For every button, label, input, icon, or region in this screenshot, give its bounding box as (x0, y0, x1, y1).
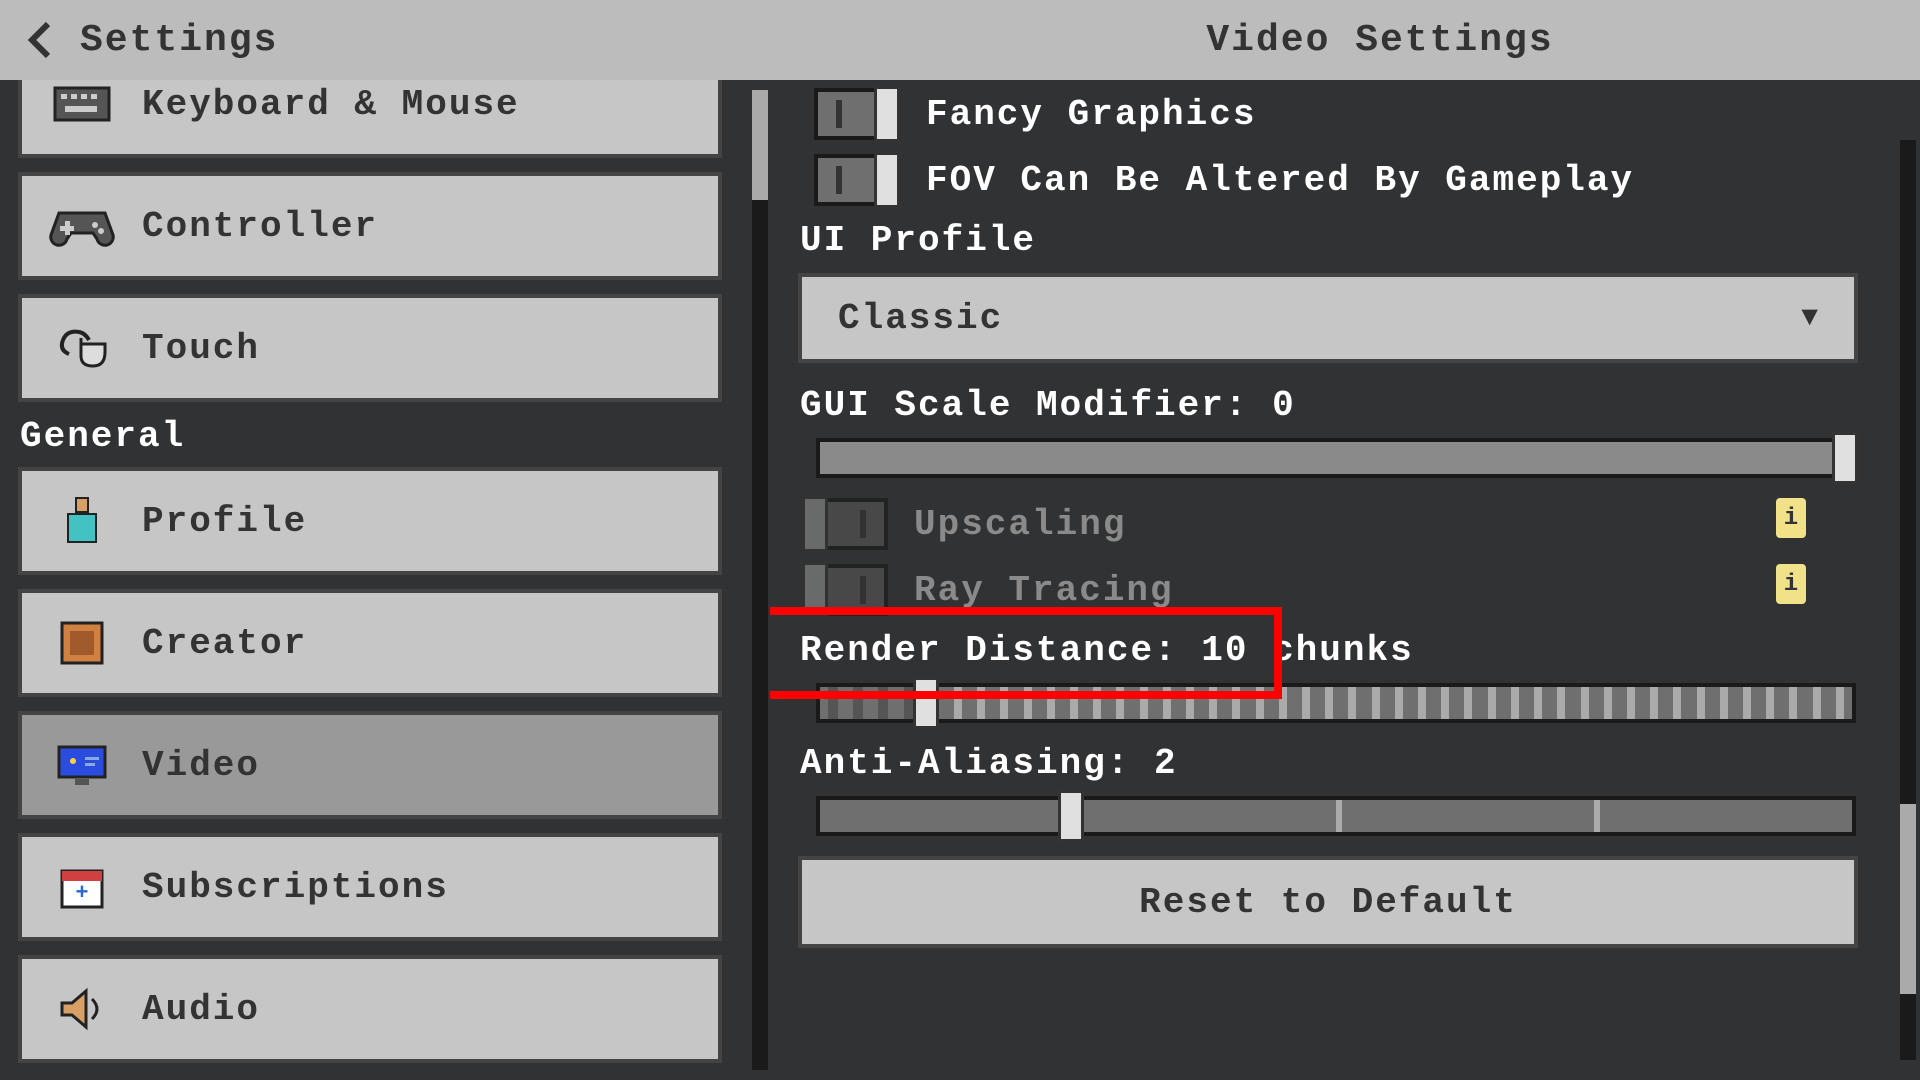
monitor-icon (22, 743, 142, 787)
sidebar-scrollbar-thumb[interactable] (752, 90, 768, 200)
toggle-label: Ray Tracing (914, 570, 1174, 611)
sidebar: Keyboard & Mouse Controller Touch Genera… (0, 80, 770, 1080)
sidebar-item-label: Subscriptions (142, 867, 449, 908)
main-scrollbar-thumb[interactable] (1900, 804, 1916, 994)
toggle-label: FOV Can Be Altered By Gameplay (926, 160, 1634, 201)
sidebar-item-audio[interactable]: Audio (18, 955, 722, 1063)
slider-ticks (820, 687, 1852, 719)
sidebar-scrollbar-track (752, 90, 768, 1070)
header-back-label[interactable]: Settings (80, 19, 278, 62)
toggle-label: Fancy Graphics (926, 94, 1256, 135)
header-bar: Settings Video Settings (0, 0, 1920, 80)
sidebar-item-label: Audio (142, 989, 260, 1030)
ui-profile-dropdown[interactable]: Classic ▼ (798, 273, 1858, 363)
main-panel: Fancy Graphics FOV Can Be Altered By Gam… (770, 80, 1920, 1080)
sidebar-item-profile[interactable]: Profile (18, 467, 722, 575)
speaker-icon (22, 987, 142, 1031)
sidebar-section-general: General (20, 416, 722, 457)
sidebar-item-label: Profile (142, 501, 307, 542)
toggle-upscaling (802, 498, 888, 550)
creator-icon (22, 619, 142, 667)
touch-icon (22, 324, 142, 372)
anti-aliasing-slider[interactable] (816, 796, 1856, 836)
slider-knob[interactable] (1058, 790, 1084, 842)
reset-to-default-button[interactable]: Reset to Default (798, 856, 1858, 948)
render-distance-slider[interactable] (816, 683, 1856, 723)
ui-profile-label: UI Profile (800, 220, 1890, 261)
gamepad-icon (22, 205, 142, 247)
toggle-label: Upscaling (914, 504, 1126, 545)
sidebar-item-controller[interactable]: Controller (18, 172, 722, 280)
sidebar-item-touch[interactable]: Touch (18, 294, 722, 402)
sidebar-item-label: Touch (142, 328, 260, 369)
sidebar-item-subscriptions[interactable]: + Subscriptions (18, 833, 722, 941)
calendar-icon: + (22, 863, 142, 911)
sidebar-item-video[interactable]: Video (18, 711, 722, 819)
dropdown-value: Classic (838, 298, 1003, 339)
info-icon[interactable]: i (1776, 564, 1806, 604)
slider-knob[interactable] (913, 677, 939, 729)
gui-scale-slider[interactable] (816, 438, 1856, 478)
chevron-down-icon: ▼ (1801, 303, 1818, 334)
sidebar-item-creator[interactable]: Creator (18, 589, 722, 697)
slider-knob[interactable] (1832, 432, 1858, 484)
profile-icon (22, 496, 142, 546)
render-distance-label: Render Distance: 10 chunks (800, 630, 1890, 671)
sidebar-item-label: Video (142, 745, 260, 786)
svg-text:+: + (75, 881, 88, 906)
page-title: Video Settings (1206, 19, 1553, 62)
anti-aliasing-label: Anti-Aliasing: 2 (800, 743, 1890, 784)
toggle-fancy-graphics[interactable] (814, 88, 900, 140)
back-chevron-icon[interactable] (0, 0, 80, 80)
sidebar-item-label: Creator (142, 623, 307, 664)
sidebar-item-label: Controller (142, 206, 378, 247)
toggle-fov-gameplay[interactable] (814, 154, 900, 206)
gui-scale-label: GUI Scale Modifier: 0 (800, 385, 1890, 426)
toggle-ray-tracing (802, 564, 888, 616)
info-icon[interactable]: i (1776, 498, 1806, 538)
sidebar-item-label: Keyboard & Mouse (142, 84, 520, 125)
sidebar-item-keyboard-mouse[interactable]: Keyboard & Mouse (18, 80, 722, 158)
keyboard-icon (22, 86, 142, 122)
